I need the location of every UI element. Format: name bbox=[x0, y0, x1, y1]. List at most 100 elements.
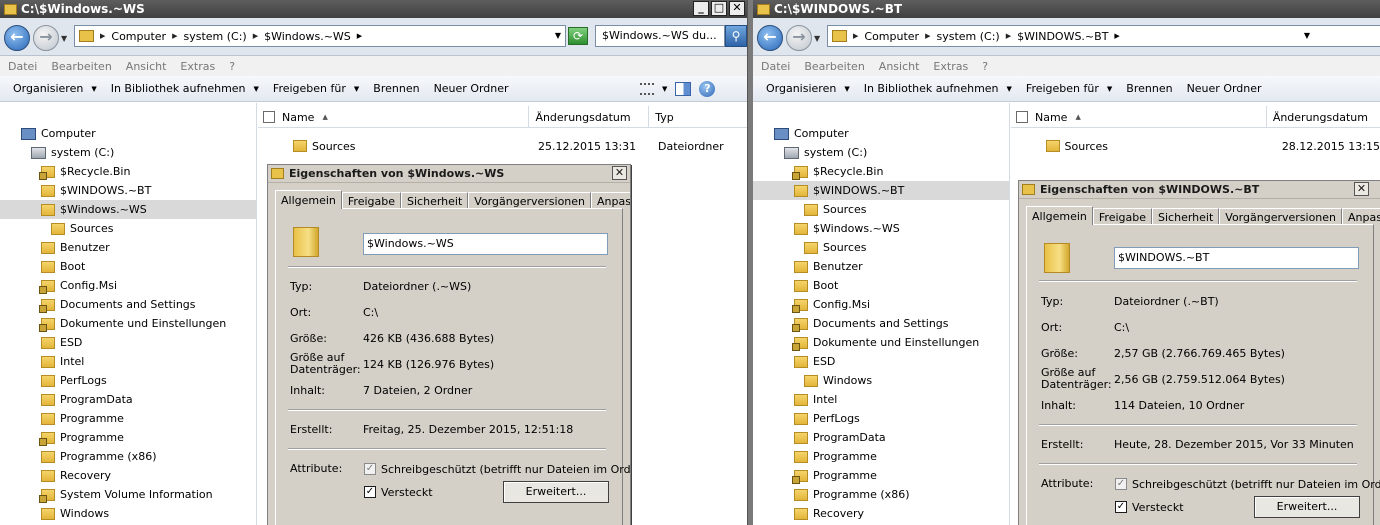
breadcrumb-folder[interactable]: $WINDOWS.~BT bbox=[1017, 30, 1108, 43]
tree-item[interactable]: Recovery bbox=[753, 504, 1009, 523]
menu-extras[interactable]: Extras bbox=[933, 60, 968, 73]
tab-sicherheit[interactable]: Sicherheit bbox=[401, 192, 469, 209]
chevron-down-icon[interactable]: ▼ bbox=[555, 31, 561, 40]
tree-item[interactable]: ProgramData bbox=[0, 390, 256, 409]
tree-item[interactable]: Config.Msi bbox=[753, 295, 1009, 314]
list-item[interactable]: Sources 28.12.2015 13:15 bbox=[1011, 136, 1380, 156]
menu-ansicht[interactable]: Ansicht bbox=[879, 60, 920, 73]
readonly-checkbox[interactable]: ✓ bbox=[364, 463, 376, 475]
title-bar[interactable]: C:\$WINDOWS.~BT bbox=[753, 0, 1380, 18]
tree-item[interactable]: Dokumente und Einstellungen bbox=[753, 333, 1009, 352]
tab-anpassen[interactable]: Anpassen bbox=[591, 192, 630, 209]
tree-item[interactable]: $Recycle.Bin bbox=[753, 162, 1009, 181]
tree-item[interactable]: $Recycle.Bin bbox=[0, 162, 256, 181]
list-item[interactable]: Sources 25.12.2015 13:31 Dateiordner bbox=[258, 136, 747, 156]
breadcrumb-drive[interactable]: system (C:) bbox=[936, 30, 999, 43]
tree-item[interactable]: Intel bbox=[753, 390, 1009, 409]
column-name[interactable]: Name ▲ bbox=[258, 106, 530, 128]
tree-item[interactable]: Documents and Settings bbox=[0, 295, 256, 314]
preview-pane-icon[interactable] bbox=[675, 82, 692, 96]
recent-pages-icon[interactable]: ▼ bbox=[814, 34, 820, 43]
back-button[interactable]: ← bbox=[4, 25, 30, 51]
tab-vorgaengerversionen[interactable]: Vorgängerversionen bbox=[1219, 208, 1343, 225]
select-all-checkbox[interactable] bbox=[1016, 111, 1028, 123]
address-bar[interactable]: ▶ Computer ▶ system (C:) ▶ $WINDOWS.~BT ▶ ▼ bbox=[827, 25, 1380, 47]
menu-datei[interactable]: Datei bbox=[8, 60, 37, 73]
tree-item[interactable]: Computer bbox=[0, 124, 256, 143]
chevron-down-icon[interactable]: ▼ bbox=[662, 85, 667, 93]
organize-button[interactable]: Organisieren ▼ bbox=[6, 82, 104, 95]
chevron-right-icon[interactable]: ▶ bbox=[1114, 32, 1119, 40]
chevron-right-icon[interactable]: ▶ bbox=[853, 32, 858, 40]
burn-button[interactable]: Brennen bbox=[1119, 82, 1179, 95]
add-to-library-button[interactable]: In Bibliothek aufnehmen ▼ bbox=[857, 82, 1019, 95]
readonly-checkbox[interactable]: ✓ bbox=[1115, 478, 1127, 490]
refresh-button[interactable]: ⟳ bbox=[568, 27, 588, 45]
tree-item[interactable]: Windows bbox=[753, 371, 1009, 390]
back-button[interactable]: ← bbox=[757, 25, 783, 51]
tree-item[interactable]: Computer bbox=[753, 124, 1009, 143]
chevron-down-icon[interactable]: ▼ bbox=[1304, 31, 1310, 40]
column-type[interactable]: Typ bbox=[649, 106, 747, 128]
folder-name-field[interactable]: $WINDOWS.~BT bbox=[1114, 247, 1359, 269]
share-with-button[interactable]: Freigeben für ▼ bbox=[1019, 82, 1119, 95]
minimize-button[interactable]: _ bbox=[693, 1, 709, 16]
tree-item[interactable]: $Windows.~WS bbox=[753, 219, 1009, 238]
tree-item[interactable]: Boot bbox=[0, 257, 256, 276]
close-button[interactable]: ✕ bbox=[729, 1, 745, 16]
dialog-close-button[interactable]: ✕ bbox=[612, 166, 627, 180]
dialog-title-bar[interactable]: Eigenschaften von $WINDOWS.~BT ✕ bbox=[1019, 181, 1380, 199]
tree-item[interactable]: Programme bbox=[0, 409, 256, 428]
folder-name-field[interactable]: $Windows.~WS bbox=[363, 233, 608, 255]
tree-item[interactable]: Benutzer bbox=[0, 238, 256, 257]
tree-item[interactable]: ESD bbox=[753, 352, 1009, 371]
tree-item[interactable]: $WINDOWS.~BT bbox=[0, 181, 256, 200]
tree-item[interactable]: System Volume Information bbox=[0, 485, 256, 504]
search-input[interactable]: $Windows.~WS du... bbox=[595, 25, 725, 47]
new-folder-button[interactable]: Neuer Ordner bbox=[1180, 82, 1269, 95]
breadcrumb-drive[interactable]: system (C:) bbox=[183, 30, 246, 43]
breadcrumb-computer[interactable]: Computer bbox=[111, 30, 166, 43]
tree-item[interactable]: Programme bbox=[753, 447, 1009, 466]
advanced-button[interactable]: Erweitert... bbox=[1254, 496, 1360, 518]
tree-item[interactable]: Config.Msi bbox=[0, 276, 256, 295]
tab-anpassen[interactable]: Anpassen bbox=[1342, 208, 1380, 225]
advanced-button[interactable]: Erweitert... bbox=[503, 481, 609, 503]
dialog-title-bar[interactable]: Eigenschaften von $Windows.~WS ✕ bbox=[268, 165, 630, 183]
chevron-right-icon[interactable]: ▶ bbox=[253, 32, 258, 40]
burn-button[interactable]: Brennen bbox=[366, 82, 426, 95]
hidden-checkbox[interactable]: ✓ bbox=[364, 486, 376, 498]
column-date[interactable]: Änderungsdatum bbox=[529, 106, 650, 128]
tree-item[interactable]: Sources bbox=[753, 200, 1009, 219]
tree-item[interactable]: Programme (x86) bbox=[0, 447, 256, 466]
chevron-right-icon[interactable]: ▶ bbox=[1006, 32, 1011, 40]
organize-button[interactable]: Organisieren ▼ bbox=[759, 82, 857, 95]
help-icon[interactable]: ? bbox=[699, 81, 716, 97]
tree-item[interactable]: $WINDOWS.~BT bbox=[753, 181, 1009, 200]
add-to-library-button[interactable]: In Bibliothek aufnehmen ▼ bbox=[104, 82, 266, 95]
menu-bearbeiten[interactable]: Bearbeiten bbox=[51, 60, 111, 73]
new-folder-button[interactable]: Neuer Ordner bbox=[427, 82, 516, 95]
tree-item[interactable]: ProgramData bbox=[753, 428, 1009, 447]
menu-bearbeiten[interactable]: Bearbeiten bbox=[804, 60, 864, 73]
tree-item[interactable]: ESD bbox=[0, 333, 256, 352]
breadcrumb-computer[interactable]: Computer bbox=[864, 30, 919, 43]
tree-item[interactable]: system (C:) bbox=[0, 143, 256, 162]
tab-allgemein[interactable]: Allgemein bbox=[275, 190, 342, 209]
tree-item[interactable]: Sources bbox=[0, 219, 256, 238]
chevron-right-icon[interactable]: ▶ bbox=[925, 32, 930, 40]
share-with-button[interactable]: Freigeben für ▼ bbox=[266, 82, 366, 95]
breadcrumb-folder[interactable]: $Windows.~WS bbox=[264, 30, 351, 43]
tree-item[interactable]: Recovery bbox=[0, 466, 256, 485]
forward-button[interactable]: → bbox=[786, 25, 812, 51]
chevron-right-icon[interactable]: ▶ bbox=[357, 32, 362, 40]
menu-help[interactable]: ? bbox=[229, 60, 235, 73]
tree-item[interactable]: Windows bbox=[0, 504, 256, 523]
search-icon[interactable]: ⚲ bbox=[725, 25, 747, 47]
dialog-close-button[interactable]: ✕ bbox=[1354, 182, 1369, 196]
maximize-button[interactable]: □ bbox=[711, 1, 727, 16]
tab-allgemein[interactable]: Allgemein bbox=[1026, 206, 1093, 225]
tree-item[interactable]: Documents and Settings bbox=[753, 314, 1009, 333]
tree-item[interactable]: $Windows.~WS bbox=[0, 200, 256, 219]
menu-help[interactable]: ? bbox=[982, 60, 988, 73]
